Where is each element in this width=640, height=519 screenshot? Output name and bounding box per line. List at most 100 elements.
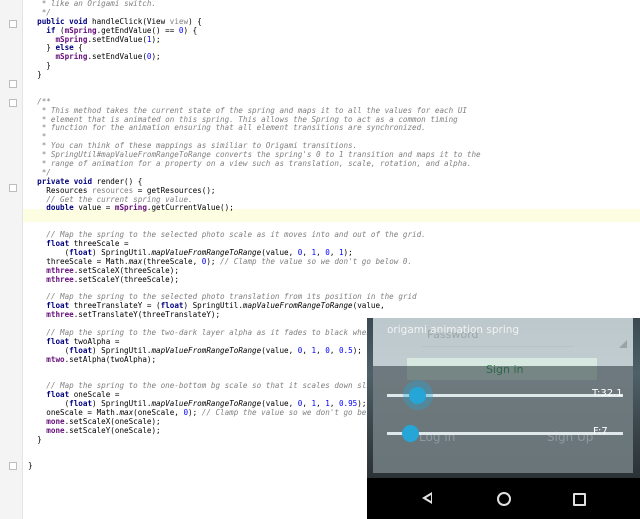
code-token: * You can think of these mappings as sim… [41,141,358,151]
code-token: float [69,399,93,409]
code-token: mSpring [114,203,147,213]
code-token: float [46,336,74,346]
code-token: ) { [183,25,198,35]
code-token: ) SpringUtil. [92,247,152,257]
fold-marker-icon[interactable] [9,184,17,192]
friction-slider-thumb[interactable] [402,425,420,442]
code-token: mapValueFromRangeToRange [242,301,353,311]
code-token: // Map the spring to the two-dark layer … [46,327,390,337]
code-token: twoAlpha = [73,336,120,346]
code-token: // Get the current spring value. [46,194,193,204]
recents-icon[interactable] [573,493,586,506]
code-token: mthree [46,265,74,275]
code-token: float [69,247,93,257]
code-token: float [69,345,93,355]
code-line[interactable]: } [28,70,481,80]
code-token: mSpring [55,34,88,44]
code-line[interactable]: double value = mSpring.getCurrentValue()… [28,204,481,213]
code-token: .getCurrentValue(); [146,203,234,213]
code-token: mSpring [55,52,88,62]
code-token: , [302,345,312,355]
code-token: , [329,399,339,409]
editor-gutter[interactable] [0,0,23,519]
code-token: , [329,345,339,355]
code-line[interactable]: mSpring.setEndValue(0); [28,52,481,62]
code-token: .setScaleY(oneScale); [64,425,161,435]
code-token: // Map the spring to the selected photo … [46,230,426,240]
code-token: , [316,399,326,409]
code-line[interactable] [28,213,481,222]
tension-value: T:32.1 [592,388,623,399]
code-token: double [46,203,79,213]
code-token: // Map the spring to the selected photo … [46,292,417,302]
code-token: max [119,407,134,417]
code-token: ); [188,407,202,417]
code-token: , [329,247,339,257]
code-token: ( [28,345,70,355]
code-token: * [41,132,47,142]
code-line[interactable]: mthree.setScaleY(threeScale); [28,274,481,285]
fold-marker-icon[interactable] [9,20,17,28]
app-title: origami animation spring [387,324,520,336]
code-token: max [128,256,143,266]
friction-value: F:7 [593,426,608,437]
code-token: view [169,16,189,26]
code-line[interactable]: } [28,61,481,71]
back-icon-inner [426,495,431,501]
code-line[interactable]: * range of animation for a property on a… [28,159,481,169]
code-line[interactable] [28,80,481,89]
code-token: .setEndValue( [87,52,147,62]
code-token: , [316,345,326,355]
code-line[interactable]: * like an Origami switch. [28,0,481,9]
code-token: , [316,247,326,257]
code-line[interactable]: * function for the animation ensuring th… [28,124,481,133]
code-token: (oneScale, [133,407,184,417]
code-token: } [28,434,42,444]
code-token: mapValueFromRangeToRange [151,247,262,257]
code-token: * SpringUtil#mapValueFromRangeToRange co… [41,150,481,160]
code-token: float [160,301,184,311]
code-line[interactable] [28,89,481,98]
home-icon[interactable] [497,492,511,506]
code-token: mthree [46,274,74,284]
code-token: threeScale = [73,239,129,249]
code-token: ); [151,52,161,62]
code-token: private void [37,176,97,186]
code-token: .setScaleY(threeScale); [73,274,179,284]
app-screen: Password Sign in origami animation sprin… [367,318,640,478]
fold-marker-icon[interactable] [9,99,17,107]
code-token: 0.5 [338,345,353,355]
code-token: float [46,390,74,400]
code-token: (value, [261,345,298,355]
code-token: } [28,461,33,471]
code-token: { [78,43,83,53]
fold-marker-icon[interactable] [9,80,17,88]
code-line[interactable]: mSpring.setEndValue(1); [28,34,481,45]
code-token: /** [37,96,51,106]
code-token: .setScaleX(oneScale); [64,416,161,426]
code-token: .setTranslateY(threeTranslateY); [73,310,221,320]
friction-slider-track[interactable] [387,432,623,435]
fold-marker-icon[interactable] [9,462,17,470]
